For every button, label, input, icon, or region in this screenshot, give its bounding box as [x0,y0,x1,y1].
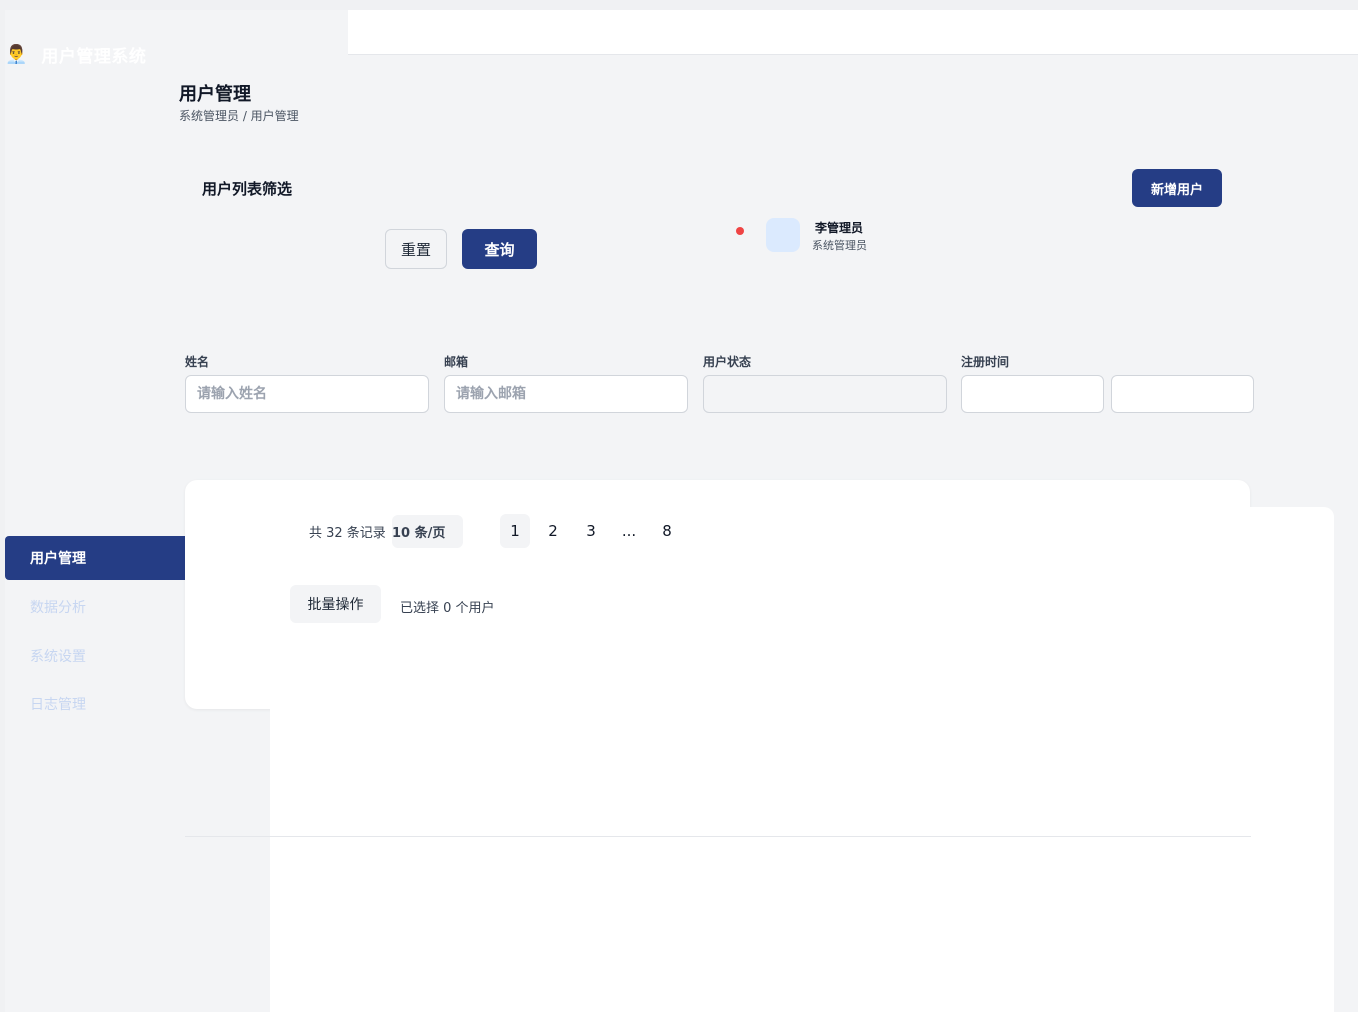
selected-count: 已选择 0 个用户 [400,601,495,616]
app-title: 用户管理系统 [41,47,147,67]
pagination: 1 2 3 ... 8 [500,514,682,548]
sidebar-item-label: 用户管理 [30,551,86,567]
page-button-1[interactable]: 1 [500,514,530,548]
divider [185,836,1251,837]
email-input[interactable] [444,375,688,413]
reset-button[interactable]: 重置 [385,229,447,269]
page-button-8[interactable]: 8 [652,514,682,548]
email-field-label: 邮箱 [444,355,469,369]
page-title: 用户管理 [179,84,251,105]
sidebar-item-user-management[interactable]: 用户管理 [5,536,185,580]
sidebar-item-log-management[interactable]: 日志管理 [5,682,185,726]
breadcrumb: 系统管理员 / 用户管理 [179,109,299,123]
notification-dot-icon[interactable] [736,227,744,235]
filter-title: 用户列表筛选 [202,180,293,198]
sidebar-item-label: 系统设置 [30,649,86,665]
name-input[interactable] [185,375,429,413]
top-bar [348,10,1358,55]
page-size-select[interactable]: 10 条/页 [392,515,463,548]
avatar[interactable] [766,218,800,252]
register-end-input[interactable] [1111,375,1254,413]
app-logo[interactable]: 👨‍💼 用户管理系统 [5,42,147,68]
register-time-label: 注册时间 [961,355,1010,369]
sidebar-item-label: 数据分析 [30,600,86,616]
page-ellipsis: ... [621,522,637,540]
page-button-3[interactable]: 3 [576,514,606,548]
register-start-input[interactable] [961,375,1104,413]
name-field-label: 姓名 [185,355,210,369]
total-count: 共 32 条记录 [309,526,386,541]
status-select[interactable] [703,375,947,413]
user-role: 系统管理员 [812,239,867,252]
sidebar-item-label: 日志管理 [30,697,86,713]
table-panel [270,507,1334,1012]
sidebar-item-system-settings[interactable]: 系统设置 [5,634,185,678]
status-field-label: 用户状态 [703,355,752,369]
page-button-2[interactable]: 2 [538,514,568,548]
add-user-button[interactable]: 新增用户 [1132,169,1222,207]
sidebar-item-data-analysis[interactable]: 数据分析 [5,585,185,629]
user-name: 李管理员 [815,221,864,235]
query-button[interactable]: 查询 [462,229,537,269]
batch-operation-button[interactable]: 批量操作 [290,585,381,623]
admin-person-icon: 👨‍💼 [5,43,28,65]
